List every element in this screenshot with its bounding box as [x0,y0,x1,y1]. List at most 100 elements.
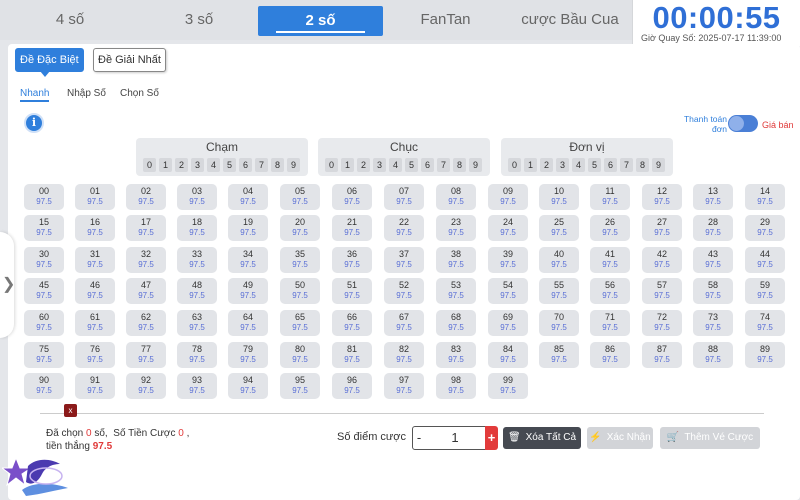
close-icon[interactable]: x [64,404,77,417]
number-cell[interactable]: 98 97.5 [436,373,476,399]
number-cell[interactable]: 53 97.5 [436,278,476,304]
number-cell[interactable]: 32 97.5 [126,247,166,273]
tab-2-so[interactable]: 2 số [258,6,383,36]
number-cell[interactable]: 16 97.5 [75,215,115,241]
number-cell[interactable]: 69 97.5 [488,310,528,336]
number-cell[interactable]: 68 97.5 [436,310,476,336]
number-cell[interactable]: 89 97.5 [745,342,785,368]
number-cell[interactable]: 08 97.5 [436,184,476,210]
decrement-button[interactable]: - [412,426,426,450]
number-cell[interactable]: 01 97.5 [75,184,115,210]
bet-type-special-button[interactable]: Đề Đặc Biệt [15,48,84,77]
digit-button[interactable]: 1 [159,158,172,172]
increment-button[interactable]: + [485,426,498,450]
number-cell[interactable]: 34 97.5 [228,247,268,273]
number-cell[interactable]: 87 97.5 [642,342,682,368]
number-cell[interactable]: 41 97.5 [590,247,630,273]
subtab-quick[interactable]: Nhanh [20,88,50,102]
digit-button[interactable]: 8 [271,158,284,172]
number-cell[interactable]: 83 97.5 [436,342,476,368]
number-cell[interactable]: 23 97.5 [436,215,476,241]
bet-type-first-button[interactable]: Đề Giải Nhất [93,48,166,72]
digit-button[interactable]: 6 [421,158,434,172]
number-cell[interactable]: 63 97.5 [177,310,217,336]
number-cell[interactable]: 26 97.5 [590,215,630,241]
number-cell[interactable]: 49 97.5 [228,278,268,304]
number-cell[interactable]: 61 97.5 [75,310,115,336]
number-cell[interactable]: 36 97.5 [332,247,372,273]
number-cell[interactable]: 50 97.5 [280,278,320,304]
digit-button[interactable]: 0 [143,158,156,172]
number-cell[interactable]: 81 97.5 [332,342,372,368]
number-cell[interactable]: 28 97.5 [693,215,733,241]
digit-button[interactable]: 5 [223,158,236,172]
digit-button[interactable]: 0 [325,158,338,172]
digit-button[interactable]: 7 [255,158,268,172]
number-cell[interactable]: 92 97.5 [126,373,166,399]
number-cell[interactable]: 52 97.5 [384,278,424,304]
number-cell[interactable]: 51 97.5 [332,278,372,304]
number-cell[interactable]: 35 97.5 [280,247,320,273]
number-cell[interactable]: 21 97.5 [332,215,372,241]
number-cell[interactable]: 57 97.5 [642,278,682,304]
digit-button[interactable]: 9 [652,158,665,172]
number-cell[interactable]: 06 97.5 [332,184,372,210]
digit-button[interactable]: 1 [524,158,537,172]
number-cell[interactable]: 27 97.5 [642,215,682,241]
number-cell[interactable]: 15 97.5 [24,215,64,241]
number-cell[interactable]: 18 97.5 [177,215,217,241]
info-icon[interactable]: i [24,113,44,133]
number-cell[interactable]: 39 97.5 [488,247,528,273]
number-cell[interactable]: 80 97.5 [280,342,320,368]
number-cell[interactable]: 59 97.5 [745,278,785,304]
number-cell[interactable]: 77 97.5 [126,342,166,368]
number-cell[interactable]: 58 97.5 [693,278,733,304]
tab-3-so[interactable]: 3 số [140,0,258,40]
payment-mode-toggle[interactable] [728,115,758,132]
number-cell[interactable]: 05 97.5 [280,184,320,210]
digit-button[interactable]: 3 [191,158,204,172]
number-cell[interactable]: 19 97.5 [228,215,268,241]
digit-button[interactable]: 4 [207,158,220,172]
number-cell[interactable]: 82 97.5 [384,342,424,368]
digit-button[interactable]: 9 [469,158,482,172]
number-cell[interactable]: 54 97.5 [488,278,528,304]
number-cell[interactable]: 24 97.5 [488,215,528,241]
bet-points-input[interactable]: 1 [425,426,485,450]
digit-button[interactable]: 0 [508,158,521,172]
number-cell[interactable]: 75 97.5 [24,342,64,368]
number-cell[interactable]: 67 97.5 [384,310,424,336]
number-cell[interactable]: 44 97.5 [745,247,785,273]
digit-button[interactable]: 4 [572,158,585,172]
tab-bau-cua[interactable]: cược Bầu Cua [508,0,632,40]
number-cell[interactable]: 60 97.5 [24,310,64,336]
number-cell[interactable]: 45 97.5 [24,278,64,304]
side-drawer-handle[interactable]: ❯ [0,232,15,338]
number-cell[interactable]: 20 97.5 [280,215,320,241]
number-cell[interactable]: 48 97.5 [177,278,217,304]
number-cell[interactable]: 10 97.5 [539,184,579,210]
digit-button[interactable]: 8 [453,158,466,172]
number-cell[interactable]: 96 97.5 [332,373,372,399]
tab-fantan[interactable]: FanTan [383,0,508,40]
digit-button[interactable]: 3 [556,158,569,172]
confirm-button[interactable]: ⚡ Xác Nhận [587,427,653,449]
number-cell[interactable]: 94 97.5 [228,373,268,399]
number-cell[interactable]: 86 97.5 [590,342,630,368]
number-cell[interactable]: 64 97.5 [228,310,268,336]
number-cell[interactable]: 17 97.5 [126,215,166,241]
number-cell[interactable]: 78 97.5 [177,342,217,368]
digit-button[interactable]: 6 [239,158,252,172]
subtab-choose-number[interactable]: Chọn Số [120,88,159,99]
number-cell[interactable]: 09 97.5 [488,184,528,210]
number-cell[interactable]: 31 97.5 [75,247,115,273]
number-cell[interactable]: 90 97.5 [24,373,64,399]
tab-4-so[interactable]: 4 số [0,0,140,40]
digit-button[interactable]: 4 [389,158,402,172]
number-cell[interactable]: 25 97.5 [539,215,579,241]
digit-button[interactable]: 3 [373,158,386,172]
number-cell[interactable]: 22 97.5 [384,215,424,241]
number-cell[interactable]: 07 97.5 [384,184,424,210]
digit-button[interactable]: 5 [405,158,418,172]
digit-button[interactable]: 7 [437,158,450,172]
